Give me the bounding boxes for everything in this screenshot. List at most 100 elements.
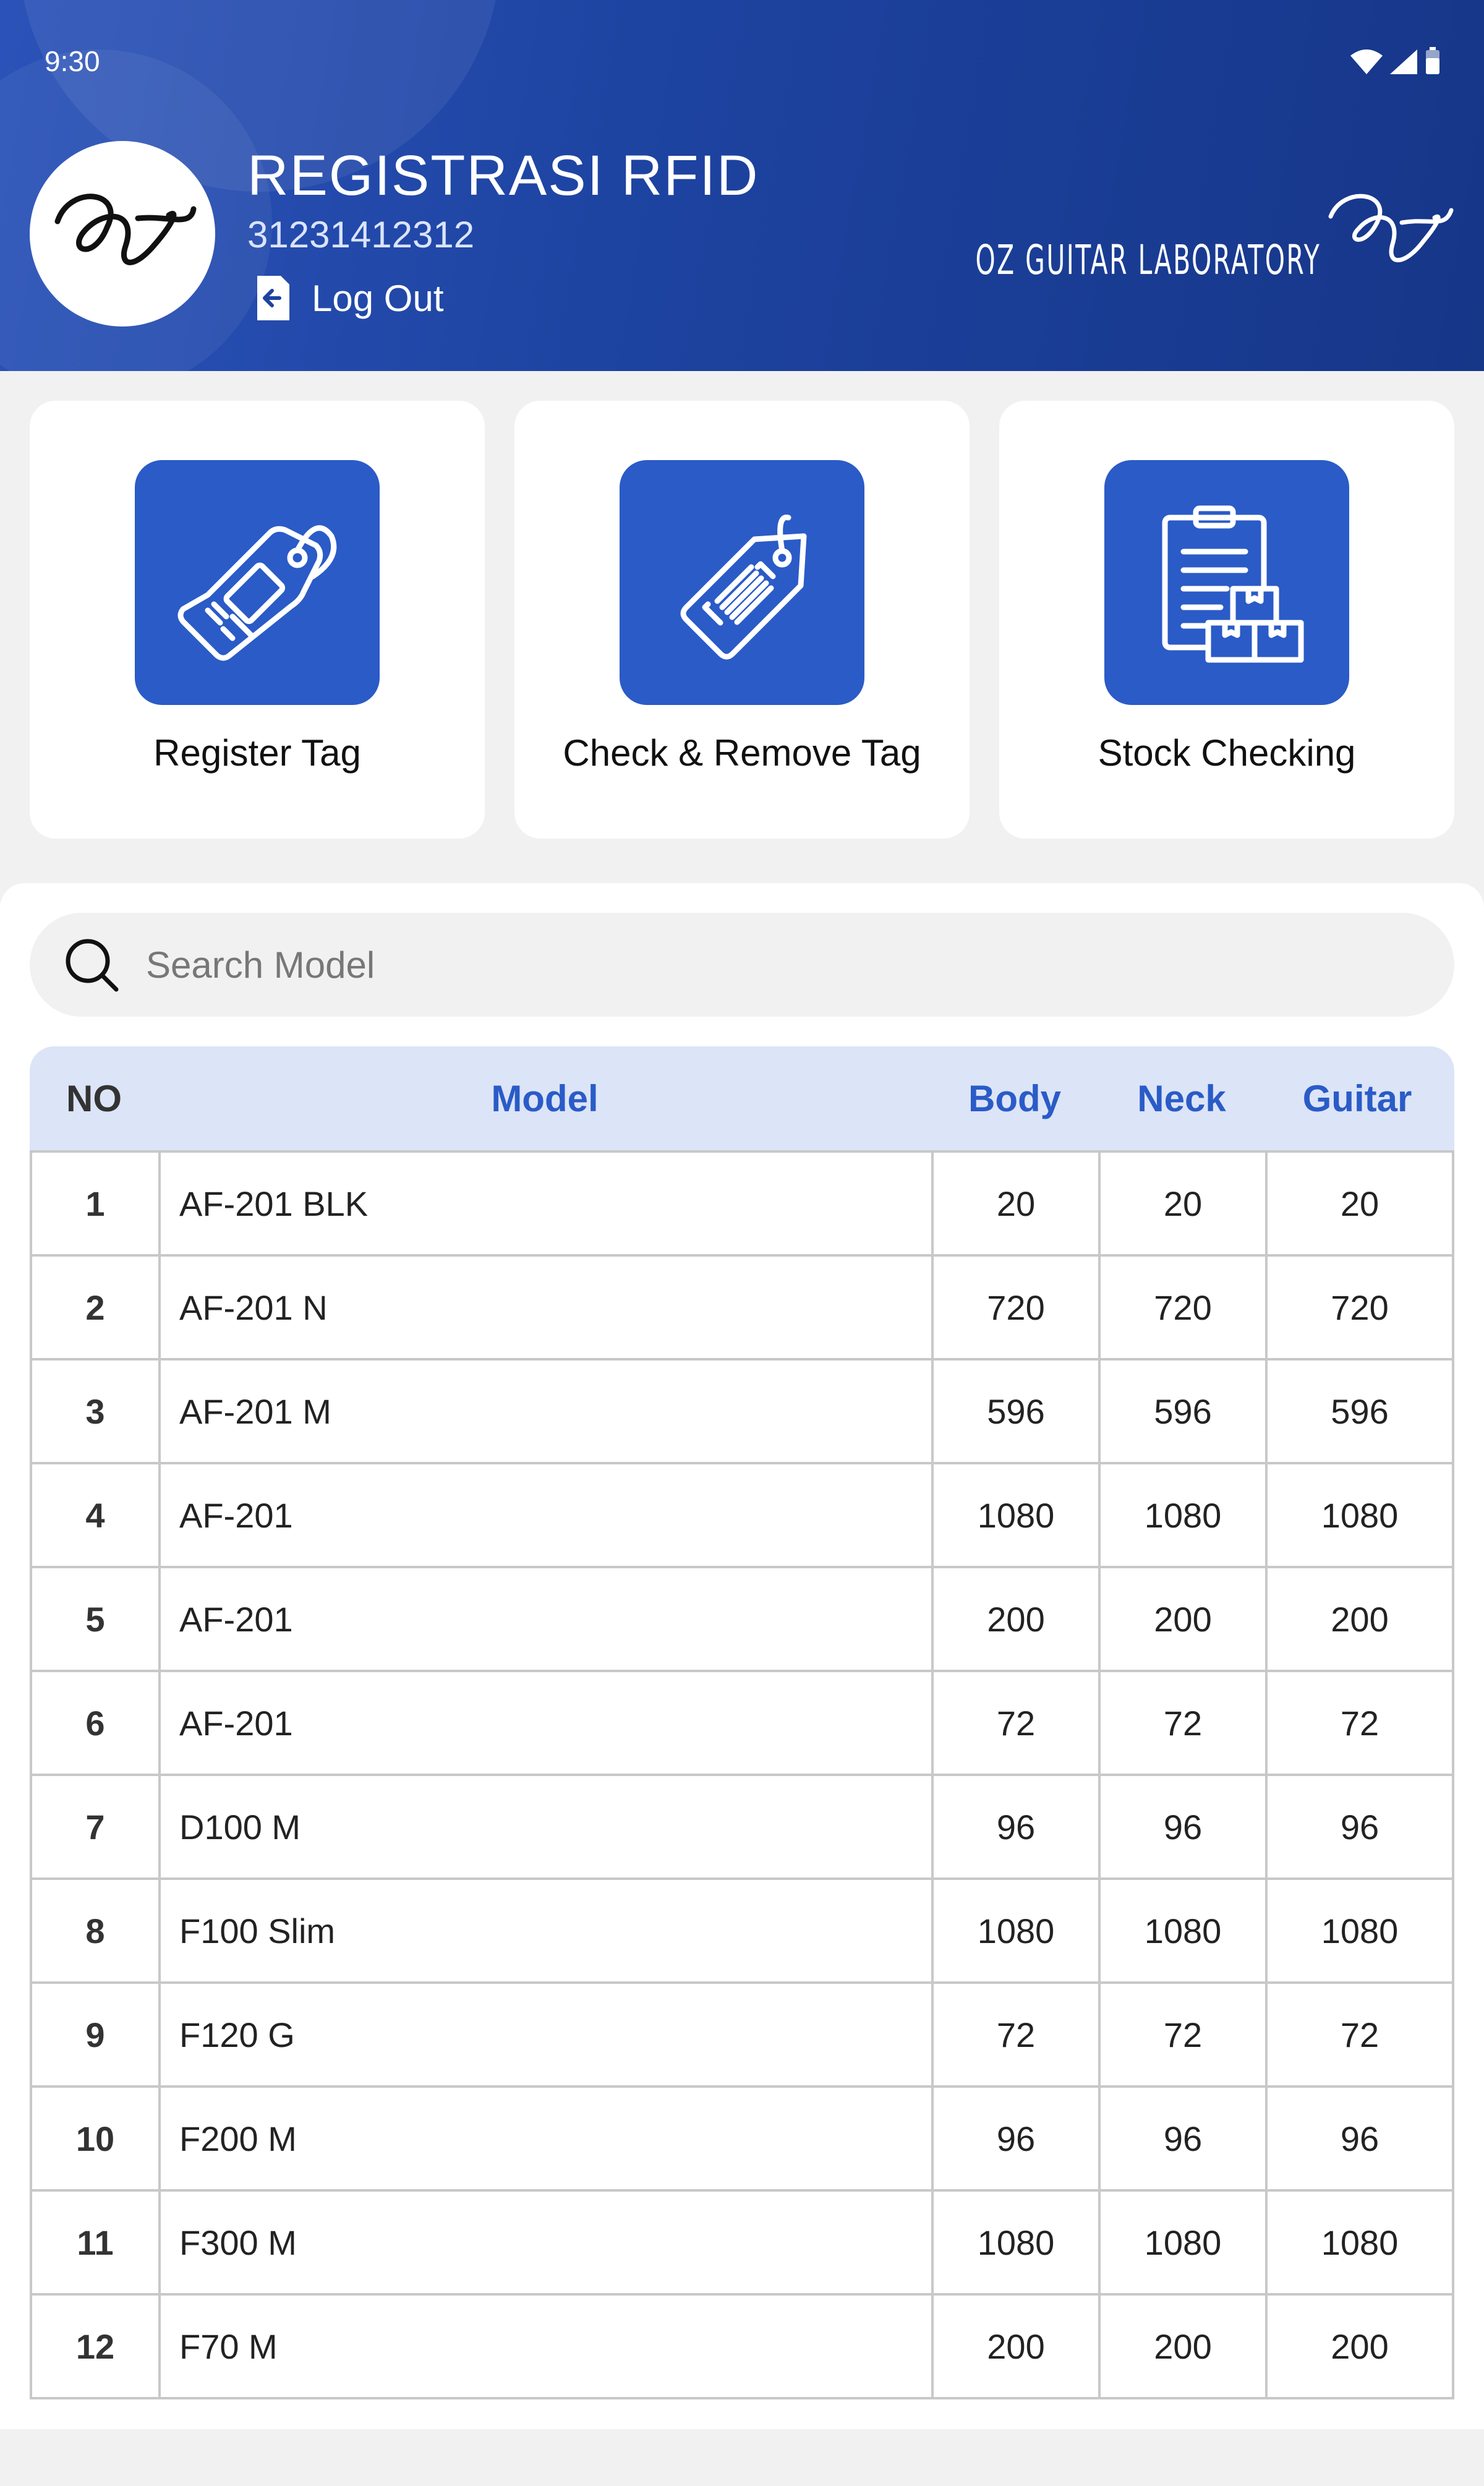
cell-body: 72 xyxy=(934,1984,1101,2085)
cell-neck: 1080 xyxy=(1101,2192,1268,2293)
cell-model: F100 Slim xyxy=(161,1880,934,1981)
column-header-guitar[interactable]: Guitar xyxy=(1265,1077,1449,1120)
status-icons xyxy=(1350,47,1441,74)
cell-guitar: 200 xyxy=(1331,2326,1389,2366)
table-row[interactable]: 11 F300 M 1080 1080 1080 xyxy=(30,2192,1454,2296)
cell-no: 2 xyxy=(32,1257,161,1358)
cell-no: 3 xyxy=(32,1360,161,1462)
cell-body: 1080 xyxy=(934,1464,1101,1566)
brand-signature-icon xyxy=(1328,194,1454,263)
table-row[interactable]: 9 F120 G 72 72 72 xyxy=(30,1984,1454,2088)
table-row[interactable]: 6 AF-201 72 72 72 xyxy=(30,1672,1454,1776)
cell-neck: 1080 xyxy=(1101,1464,1268,1566)
cell-neck: 20 xyxy=(1101,1153,1268,1254)
table-row[interactable]: 4 AF-201 1080 1080 1080 xyxy=(30,1464,1454,1568)
cell-guitar: 96 xyxy=(1340,1807,1380,1847)
cell-no: 10 xyxy=(32,2088,161,2189)
stock-checking-icon-box xyxy=(1104,460,1349,705)
cell-no: 5 xyxy=(32,1568,161,1670)
barcode-tag-icon xyxy=(680,515,807,660)
register-tag-icon-box xyxy=(135,460,380,705)
clipboard-boxes-icon xyxy=(1162,505,1304,663)
cell-neck: 1080 xyxy=(1101,1880,1268,1981)
cell-body: 96 xyxy=(934,1776,1101,1877)
cell-no: 9 xyxy=(32,1984,161,2085)
column-header-no[interactable]: NO xyxy=(30,1077,158,1120)
table-row[interactable]: 8 F100 Slim 1080 1080 1080 xyxy=(30,1880,1454,1984)
cell-body: 200 xyxy=(934,2296,1101,2397)
column-header-neck[interactable]: Neck xyxy=(1098,1077,1265,1120)
wifi-icon xyxy=(1350,49,1383,74)
cell-no: 8 xyxy=(32,1880,161,1981)
cell-body: 596 xyxy=(934,1360,1101,1462)
cell-neck: 72 xyxy=(1101,1984,1268,2085)
cell-model: F70 M xyxy=(161,2296,934,2397)
cell-body: 1080 xyxy=(934,1880,1101,1981)
cell-model: F300 M xyxy=(161,2192,934,2293)
cell-neck: 596 xyxy=(1101,1360,1268,1462)
table-row[interactable]: 2 AF-201 N 720 720 720 xyxy=(30,1257,1454,1360)
cell-neck: 200 xyxy=(1101,1568,1268,1670)
cell-no: 6 xyxy=(32,1672,161,1774)
cell-model: AF-201 xyxy=(161,1568,934,1670)
table-row[interactable]: 5 AF-201 200 200 200 xyxy=(30,1568,1454,1672)
cell-model: F120 G xyxy=(161,1984,934,2085)
table-row[interactable]: 3 AF-201 M 596 596 596 xyxy=(30,1360,1454,1464)
search-bar[interactable] xyxy=(30,913,1454,1017)
cell-neck: 96 xyxy=(1101,1776,1268,1877)
cell-guitar: 1080 xyxy=(1321,2223,1399,2262)
cell-neck: 200 xyxy=(1101,2296,1268,2397)
page-title: REGISTRASI RFID xyxy=(247,144,759,207)
check-remove-tag-icon-box xyxy=(620,460,864,705)
column-header-body[interactable]: Body xyxy=(931,1077,1098,1120)
cell-model: AF-201 N xyxy=(161,1257,934,1358)
check-remove-tag-label: Check & Remove Tag xyxy=(563,732,921,774)
cell-guitar: 1080 xyxy=(1321,1911,1399,1950)
table-header: NO Model Body Neck Guitar xyxy=(30,1046,1454,1153)
cell-body: 1080 xyxy=(934,2192,1101,2293)
cell-body: 720 xyxy=(934,1257,1101,1358)
check-remove-tag-card[interactable]: Check & Remove Tag xyxy=(514,401,970,839)
search-input[interactable] xyxy=(145,942,1384,987)
user-id: 31231412312 xyxy=(247,214,475,255)
table-body: 1 AF-201 BLK 20 20 20 2 AF-201 N 720 720 720 3 AF-2… xyxy=(30,1153,1454,2399)
cell-model: AF-201 M xyxy=(161,1360,934,1462)
table-row[interactable]: 7 D100 M 96 96 96 xyxy=(30,1776,1454,1880)
rfid-tag-icon xyxy=(177,525,337,661)
cell-no: 12 xyxy=(32,2296,161,2397)
cell-neck: 96 xyxy=(1101,2088,1268,2189)
register-tag-card[interactable]: Register Tag xyxy=(30,401,485,839)
brand-logo-icon xyxy=(54,194,197,265)
cell-guitar: 72 xyxy=(1340,1703,1380,1743)
brand-name: OZ GUITAR LABORATORY xyxy=(975,236,1321,284)
logout-icon xyxy=(257,276,289,320)
logout-button[interactable]: Log Out xyxy=(254,272,444,324)
cell-no: 7 xyxy=(32,1776,161,1877)
cell-no: 4 xyxy=(32,1464,161,1566)
logout-label: Log Out xyxy=(312,277,444,319)
stock-checking-label: Stock Checking xyxy=(1098,732,1356,774)
stock-checking-card[interactable]: Stock Checking xyxy=(999,401,1454,839)
table-row[interactable]: 10 F200 M 96 96 96 xyxy=(30,2088,1454,2192)
cellular-signal-icon xyxy=(1390,49,1417,74)
cell-model: AF-201 xyxy=(161,1464,934,1566)
cell-guitar: 1080 xyxy=(1321,1495,1399,1535)
cell-guitar: 720 xyxy=(1331,1288,1389,1327)
cell-no: 11 xyxy=(32,2192,161,2293)
cell-neck: 720 xyxy=(1101,1257,1268,1358)
cell-model: D100 M xyxy=(161,1776,934,1877)
cell-neck: 72 xyxy=(1101,1672,1268,1774)
cell-guitar: 96 xyxy=(1340,2119,1380,2158)
model-table: NO Model Body Neck Guitar 1 AF-201 BLK 20 2… xyxy=(30,1046,1454,2399)
table-row[interactable]: 1 AF-201 BLK 20 20 20 xyxy=(30,1153,1454,1257)
cell-guitar: 200 xyxy=(1331,1599,1389,1639)
cell-body: 96 xyxy=(934,2088,1101,2189)
cell-body: 200 xyxy=(934,1568,1101,1670)
table-row[interactable]: 12 F70 M 200 200 200 xyxy=(30,2296,1454,2399)
cell-model: AF-201 BLK xyxy=(161,1153,934,1254)
search-icon xyxy=(66,939,119,992)
cell-guitar: 20 xyxy=(1340,1184,1380,1223)
column-header-model[interactable]: Model xyxy=(158,1077,931,1120)
status-time: 9:30 xyxy=(45,45,100,77)
cell-model: AF-201 xyxy=(161,1672,934,1774)
